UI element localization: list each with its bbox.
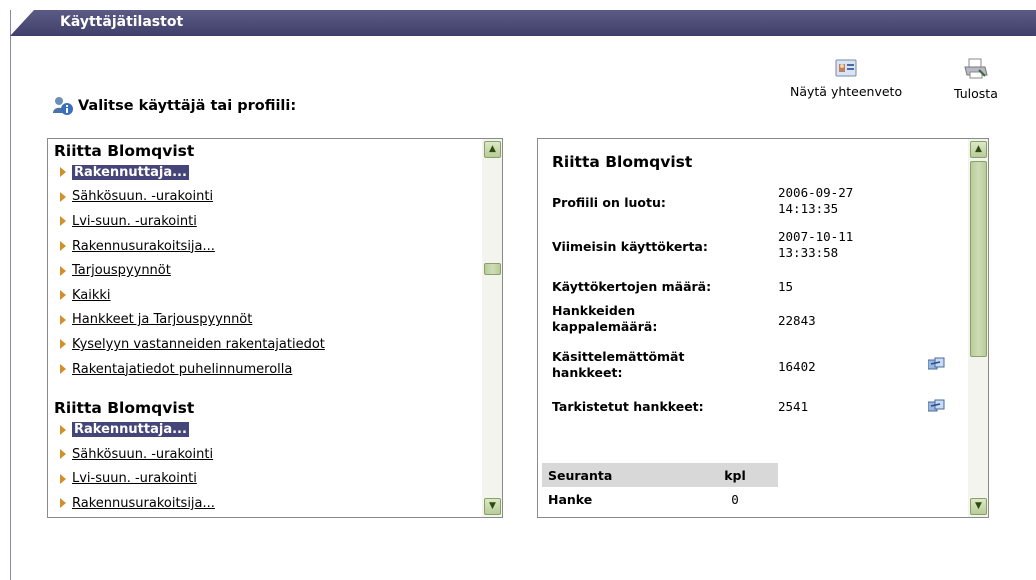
stat-value: 22843 <box>778 313 816 328</box>
tracking-row-count: 0 <box>731 491 739 507</box>
arrow-right-icon <box>60 191 66 202</box>
selected-user-name: Riitta Blomqvist <box>552 153 693 171</box>
table-row: Hanke 0 <box>542 487 778 511</box>
profile-item[interactable]: Lvi-suun. -urakointi <box>48 209 502 234</box>
profile-item[interactable]: Rakentajatiedot puhelinnumerolla <box>48 357 502 382</box>
profile-item[interactable]: Rakennusurakoitsija... <box>48 234 502 259</box>
tracking-table: Seuranta kpl Hanke 0 <box>542 463 778 511</box>
profile-item[interactable]: Rakennuttaja... <box>48 160 502 185</box>
stat-value: 2007-10-11 13:33:58 <box>778 229 854 260</box>
print-button[interactable]: Tulosta <box>954 58 998 101</box>
profile-item[interactable]: Sähkösuun. -urakointi <box>48 442 502 467</box>
stat-value: 16402 <box>778 359 816 374</box>
arrow-right-icon <box>60 364 66 375</box>
arrow-right-icon <box>60 241 66 252</box>
arrow-right-icon <box>60 449 66 460</box>
profile-item[interactable]: Rakennusurakoitsija... <box>48 491 502 516</box>
profile-list-panel[interactable]: Riitta Blomqvist Rakennuttaja... Sähkösu… <box>47 138 503 518</box>
arrow-right-icon <box>60 498 66 509</box>
stat-label: Käyttökertojen määrä: <box>552 279 712 294</box>
stat-label: Hankkeiden kappalemäärä: <box>552 303 658 334</box>
stat-value: 15 <box>778 279 794 294</box>
print-label: Tulosta <box>954 86 998 101</box>
tracking-header-count: kpl <box>724 467 746 483</box>
arrow-right-icon <box>60 290 66 301</box>
arrow-right-icon <box>60 314 66 325</box>
arrow-right-icon <box>60 167 66 178</box>
scroll-up-icon[interactable]: ▲ <box>484 141 501 158</box>
profile-item[interactable]: Lvi-suun. -urakointi <box>48 467 502 492</box>
scroll-thumb[interactable] <box>970 161 987 357</box>
summary-label: Näytä yhteenveto <box>790 84 903 99</box>
stat-label: Tarkistetut hankkeet: <box>552 399 704 414</box>
arrow-right-icon <box>60 424 66 435</box>
right-scrollbar[interactable]: ▲ ▼ <box>968 139 988 517</box>
profile-item[interactable]: Kaikki <box>48 283 502 308</box>
stat-label: Viimeisin käyttökerta: <box>552 239 708 254</box>
arrow-right-icon <box>60 265 66 276</box>
profile-list: Riitta Blomqvist Rakennuttaja... Sähkösu… <box>48 139 502 516</box>
profile-item[interactable]: Rakennuttaja... <box>48 417 502 442</box>
user-stats-panel: Riitta Blomqvist Profiili on luotu: 2006… <box>537 138 989 518</box>
stat-value: 2006-09-27 14:13:35 <box>778 185 854 216</box>
printer-icon <box>964 58 988 79</box>
profile-item[interactable]: Sähkösuun. -urakointi <box>48 185 502 210</box>
heading-text: Valitse käyttäjä tai profiili: <box>78 98 297 114</box>
user-selector-heading: Valitse käyttäjä tai profiili: <box>52 96 296 116</box>
profile-item[interactable]: Kyselyyn vastanneiden rakentajatiedot <box>48 332 502 357</box>
summary-card-icon <box>835 59 857 77</box>
export-icon[interactable] <box>928 357 946 371</box>
arrow-right-icon <box>60 216 66 227</box>
user-group-name: Riitta Blomqvist <box>54 399 195 418</box>
tracking-header-row: Seuranta kpl <box>542 463 778 487</box>
show-summary-button[interactable]: Näytä yhteenveto <box>790 58 902 99</box>
scroll-down-icon[interactable]: ▼ <box>970 498 987 515</box>
user-info-icon <box>53 97 73 115</box>
stat-value: 2541 <box>778 399 809 414</box>
stat-label: Käsittelemättömät hankkeet: <box>552 349 685 380</box>
profile-item[interactable]: Tarjouspyynnöt <box>48 258 502 283</box>
tracking-row-name: Hanke <box>548 491 593 507</box>
tracking-header-name: Seuranta <box>548 467 613 483</box>
export-icon[interactable] <box>928 399 946 413</box>
scroll-thumb[interactable] <box>484 263 501 275</box>
arrow-right-icon <box>60 339 66 350</box>
window-title: Käyttäjätilastot <box>60 14 184 30</box>
user-group-name: Riitta Blomqvist <box>54 142 195 160</box>
stat-label: Profiili on luotu: <box>552 195 666 210</box>
scroll-up-icon[interactable]: ▲ <box>970 141 987 158</box>
profile-item[interactable]: Hankkeet ja Tarjouspyynnöt <box>48 308 502 333</box>
arrow-right-icon <box>60 473 66 484</box>
left-scrollbar[interactable]: ▲ ▼ <box>482 139 502 517</box>
scroll-down-icon[interactable]: ▼ <box>484 498 501 515</box>
